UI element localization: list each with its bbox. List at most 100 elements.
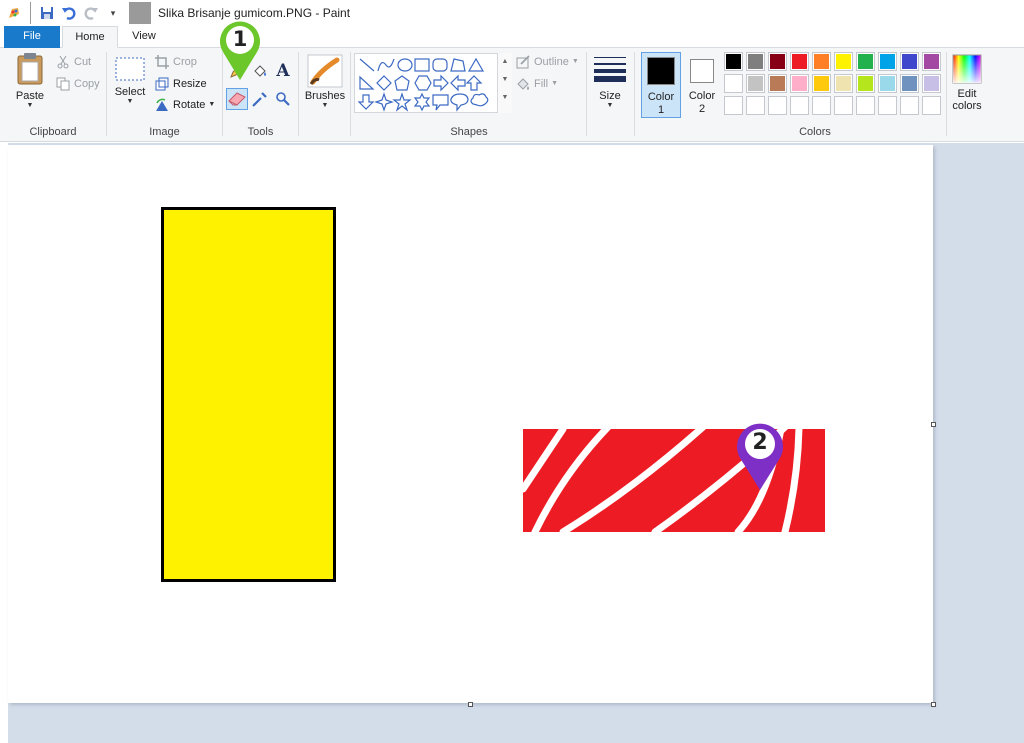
copy-label: Copy: [74, 78, 100, 90]
color-swatch[interactable]: [922, 74, 941, 93]
color-swatch-fill: [814, 76, 829, 91]
color-swatch[interactable]: [790, 52, 809, 71]
separator: [129, 2, 151, 24]
color-swatch[interactable]: [768, 96, 787, 115]
color-swatch[interactable]: [878, 52, 897, 71]
tab-home[interactable]: Home: [62, 26, 118, 48]
paste-button[interactable]: Paste ▼: [10, 52, 50, 110]
rect-callout-shape: [432, 94, 449, 111]
color-swatch[interactable]: [834, 74, 853, 93]
color-swatch[interactable]: [856, 74, 875, 93]
color-swatch[interactable]: [900, 74, 919, 93]
color-swatch[interactable]: [834, 52, 853, 71]
polygon-shape: [450, 58, 466, 72]
crop-button[interactable]: Crop: [154, 52, 197, 72]
color-swatch[interactable]: [922, 52, 941, 71]
color-swatch[interactable]: [812, 74, 831, 93]
color-swatch[interactable]: [812, 52, 831, 71]
edit-colors-button[interactable]: Edit colors: [948, 54, 986, 112]
six-point-star-shape: [413, 92, 431, 112]
ribbon-tabs: File Home View: [0, 26, 1024, 48]
eraser-icon: [228, 92, 246, 106]
size-label: Size: [599, 90, 621, 102]
size-button[interactable]: Size ▼: [590, 54, 630, 110]
rotate-button[interactable]: Rotate ▼: [154, 95, 215, 115]
color-swatch-fill: [858, 76, 873, 91]
color-swatch[interactable]: [790, 74, 809, 93]
brushes-button[interactable]: Brushes ▼: [302, 54, 348, 110]
fill-icon: [515, 76, 531, 92]
clipboard-group: Paste ▼ Cut Copy Clipboard: [0, 48, 106, 141]
marker-2-label: 2: [752, 430, 768, 455]
customize-icon[interactable]: ▾: [102, 2, 124, 24]
color-swatch[interactable]: [878, 96, 897, 115]
outline-button[interactable]: Outline ▼: [515, 52, 579, 72]
color-swatch-fill: [836, 76, 851, 91]
expand-gallery-icon[interactable]: ▼: [498, 89, 512, 107]
color-picker-tool[interactable]: [249, 88, 271, 110]
paint-app-icon[interactable]: [3, 2, 25, 24]
color-swatch[interactable]: [856, 52, 875, 71]
shapes-gallery-scroll[interactable]: ▲ ▼ ▼: [497, 53, 512, 113]
group-separator: [946, 52, 947, 136]
color-swatch[interactable]: [922, 96, 941, 115]
copy-button[interactable]: Copy: [55, 74, 100, 94]
yellow-rectangle[interactable]: [161, 207, 336, 582]
fill-button[interactable]: Fill ▼: [515, 74, 558, 94]
color-swatch-fill: [924, 76, 939, 91]
save-icon[interactable]: [36, 2, 58, 24]
shapes-grid[interactable]: [357, 56, 499, 112]
text-tool[interactable]: A: [272, 60, 294, 82]
magnifier-tool[interactable]: [272, 88, 294, 110]
color-swatch-fill: [770, 76, 785, 91]
eyedropper-icon: [252, 92, 267, 107]
cut-button[interactable]: Cut: [55, 52, 91, 72]
diamond-shape: [376, 75, 392, 91]
drawing-canvas[interactable]: [8, 145, 933, 703]
canvas-resize-handle-right[interactable]: [931, 422, 936, 427]
redo-icon[interactable]: [80, 2, 102, 24]
color-swatch[interactable]: [746, 74, 765, 93]
tab-view[interactable]: View: [118, 26, 170, 48]
scroll-down-icon[interactable]: ▼: [498, 71, 512, 89]
color1-button[interactable]: Color 1: [641, 52, 681, 118]
triangle-shape: [467, 57, 485, 72]
undo-icon[interactable]: [58, 2, 80, 24]
color-swatch[interactable]: [900, 96, 919, 115]
color-swatch-fill: [858, 54, 873, 69]
color-swatch-fill: [880, 54, 895, 69]
canvas-resize-handle-corner[interactable]: [931, 702, 936, 707]
eraser-tool[interactable]: [226, 88, 248, 110]
down-arrow-shape: [357, 94, 375, 110]
resize-button[interactable]: Resize: [154, 74, 207, 94]
color2-button[interactable]: Color 2: [683, 52, 721, 118]
color-swatch[interactable]: [746, 52, 765, 71]
up-arrow-shape: [465, 75, 483, 91]
color-swatch-fill: [792, 98, 807, 113]
magnifier-icon: [276, 92, 290, 106]
color-swatch[interactable]: [790, 96, 809, 115]
oval-callout-shape: [450, 93, 469, 112]
select-button[interactable]: Select ▼: [113, 56, 147, 106]
color-swatch[interactable]: [724, 74, 743, 93]
color-swatch[interactable]: [768, 74, 787, 93]
color-swatch[interactable]: [724, 96, 743, 115]
paste-label: Paste: [15, 90, 45, 102]
color-swatch-fill: [858, 98, 873, 113]
color-swatch[interactable]: [900, 52, 919, 71]
color-swatch[interactable]: [878, 74, 897, 93]
resize-label: Resize: [173, 78, 207, 90]
canvas-resize-handle-bottom[interactable]: [468, 702, 473, 707]
color-swatch-fill: [792, 76, 807, 91]
tab-file[interactable]: File: [4, 26, 60, 48]
color-swatch[interactable]: [768, 52, 787, 71]
scroll-up-icon[interactable]: ▲: [498, 53, 512, 71]
color-swatch[interactable]: [834, 96, 853, 115]
color-swatch[interactable]: [812, 96, 831, 115]
shapes-gallery[interactable]: [354, 53, 512, 113]
tools-group-label: Tools: [247, 126, 274, 138]
color-swatch[interactable]: [724, 52, 743, 71]
color-swatch[interactable]: [746, 96, 765, 115]
color-swatch[interactable]: [856, 96, 875, 115]
rotate-icon: [154, 97, 170, 113]
